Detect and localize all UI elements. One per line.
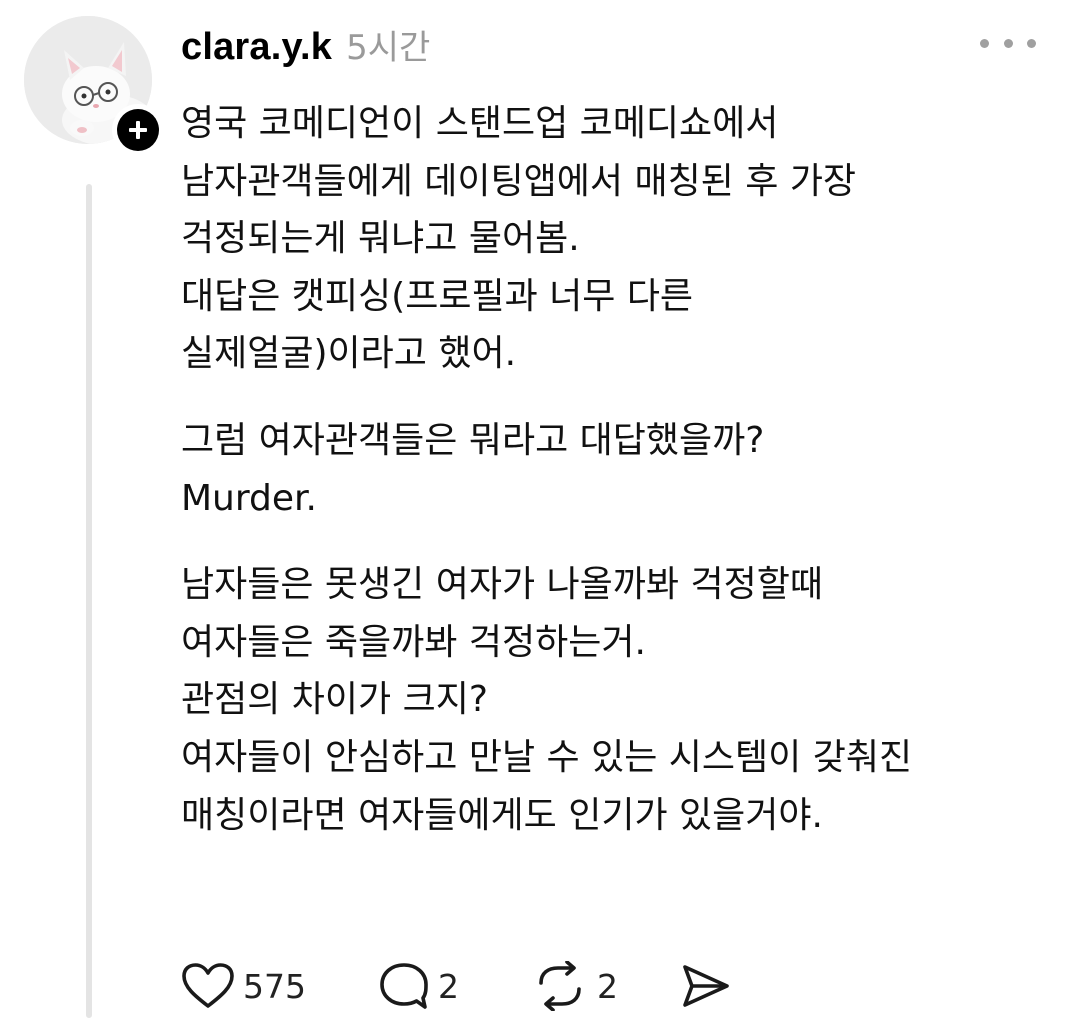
follow-badge-inner bbox=[117, 109, 159, 151]
username[interactable]: clara.y.k bbox=[181, 26, 332, 69]
send-icon bbox=[683, 965, 729, 1007]
more-dot bbox=[1003, 38, 1013, 48]
post-text-line: 그럼 여자관객들은 뭐라고 대답했을까? bbox=[181, 419, 765, 461]
speech-bubble-icon bbox=[380, 963, 428, 1009]
plus-icon bbox=[129, 121, 147, 139]
more-dot bbox=[1027, 38, 1036, 48]
share-button[interactable] bbox=[680, 962, 732, 1010]
action-bar: 575 2 2 bbox=[181, 958, 732, 1014]
repost-arrows-icon bbox=[539, 961, 581, 1011]
reply-count: 2 bbox=[438, 966, 459, 1006]
more-options-button[interactable] bbox=[980, 28, 1036, 58]
post-body: 영국 코메디언이 스탠드업 코메디쇼에서 남자관객들에게 데이팅앱에서 매칭된 … bbox=[181, 95, 1061, 844]
post-text-line: 실제얼굴)이라고 했어. bbox=[181, 333, 517, 375]
post-header: clara.y.k 5시간 bbox=[181, 20, 430, 70]
post-text-line: 관점의 차이가 크지? bbox=[181, 679, 488, 721]
post-text-line: Murder. bbox=[181, 477, 317, 519]
repost-button[interactable]: 2 bbox=[531, 961, 618, 1011]
thread-line bbox=[86, 184, 92, 1018]
post-text-line: 여자들은 죽을까봐 걱정하는거. bbox=[181, 621, 646, 663]
avatar-container bbox=[24, 16, 164, 156]
heart-icon bbox=[182, 963, 234, 1008]
post-text-line: 대답은 캣피싱(프로필과 너무 다른 bbox=[181, 275, 694, 317]
repost-count: 2 bbox=[597, 966, 618, 1006]
post-text-line: 남자들은 못생긴 여자가 나올까봐 걱정할때 bbox=[181, 564, 823, 606]
like-button[interactable]: 575 bbox=[181, 962, 306, 1010]
reply-button[interactable]: 2 bbox=[378, 961, 459, 1011]
like-count: 575 bbox=[243, 966, 306, 1006]
post-text-line: 여자들이 안심하고 만날 수 있는 시스템이 갖춰진 bbox=[181, 736, 913, 778]
post-time: 5시간 bbox=[346, 28, 431, 68]
post-text-line: 걱정되는게 뭐냐고 물어봄. bbox=[181, 218, 580, 260]
post-text-line: 영국 코메디언이 스탠드업 코메디쇼에서 bbox=[181, 103, 779, 144]
more-horizontal-icon bbox=[980, 38, 989, 48]
post-text-line: 남자관객들에게 데이팅앱에서 매칭된 후 가장 bbox=[181, 160, 857, 202]
post-text-line: 매칭이라면 여자들에게도 인기가 있을거야. bbox=[181, 794, 823, 836]
follow-button[interactable] bbox=[112, 104, 164, 156]
